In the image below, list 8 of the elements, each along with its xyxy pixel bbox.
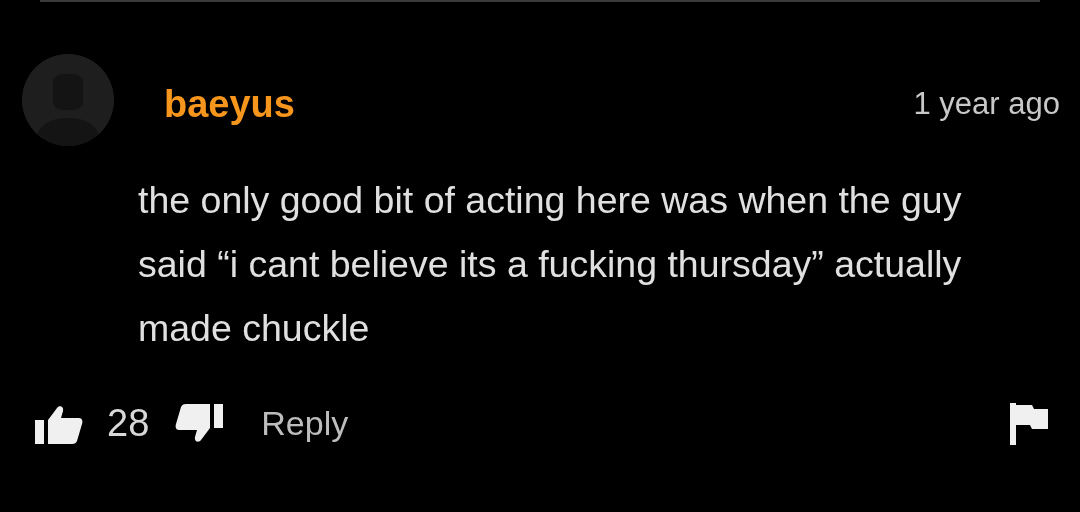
timestamp: 1 year ago bbox=[913, 86, 1060, 122]
reply-button[interactable]: Reply bbox=[261, 404, 349, 443]
thumbs-up-icon[interactable] bbox=[35, 403, 83, 444]
flag-icon[interactable] bbox=[1010, 402, 1048, 445]
thumbs-down-icon[interactable] bbox=[175, 403, 224, 444]
comment-text: the only good bit of acting here was when the guy said “i cant believe its a fucking thursday” actually made chuckle bbox=[138, 178, 963, 351]
like-count: 28 bbox=[107, 402, 150, 445]
username[interactable]: baeyus bbox=[164, 82, 914, 126]
